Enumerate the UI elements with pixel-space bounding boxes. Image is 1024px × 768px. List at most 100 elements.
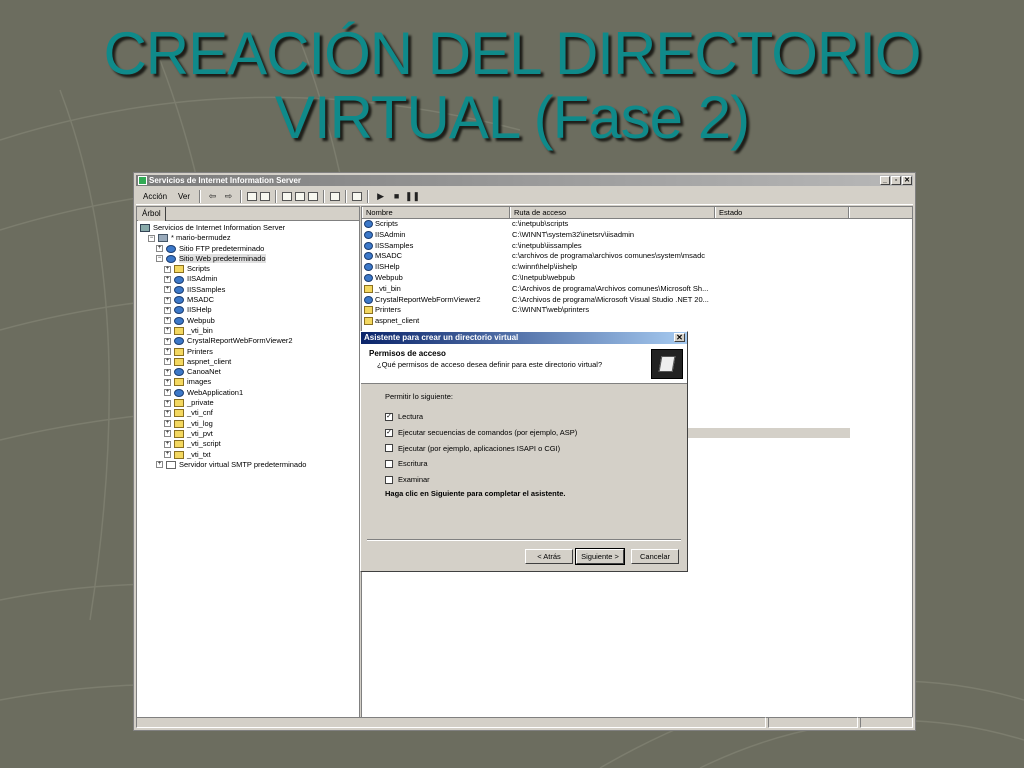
list-horizontal-scrollbar[interactable]	[688, 428, 850, 438]
expand-icon[interactable]: +	[164, 389, 171, 397]
tree-node[interactable]: + Printers	[137, 347, 359, 357]
tree-node[interactable]: + _vti_script	[137, 439, 359, 449]
show-tree-icon[interactable]	[260, 191, 271, 201]
tree-node[interactable]: + _vti_txt	[137, 450, 359, 460]
tree-node[interactable]: + aspnet_client	[137, 357, 359, 367]
permission-option[interactable]: ✓ Lectura	[385, 409, 687, 425]
tree-node[interactable]: Servicios de Internet Information Server	[137, 223, 359, 233]
list-row[interactable]: Scripts c:\inetpub\scripts	[362, 219, 912, 230]
properties-icon[interactable]	[282, 191, 293, 201]
expand-icon[interactable]: +	[164, 378, 171, 386]
permission-option[interactable]: Ejecutar (por ejemplo, aplicaciones ISAP…	[385, 440, 687, 456]
stop-icon[interactable]: ■	[390, 190, 403, 202]
tree-node[interactable]: + IISSamples	[137, 285, 359, 295]
expand-icon[interactable]: +	[164, 368, 171, 376]
tree-node[interactable]: + IISHelp	[137, 305, 359, 315]
tree-node[interactable]: + Sitio FTP predeterminado	[137, 244, 359, 254]
expand-icon[interactable]: +	[164, 265, 171, 273]
expand-icon[interactable]: +	[164, 348, 171, 356]
column-header-estado[interactable]: Estado	[715, 207, 849, 218]
column-header-nombre[interactable]: Nombre	[362, 207, 510, 218]
list-row[interactable]: IISSamples c:\inetpub\iissamples	[362, 241, 912, 252]
expand-icon[interactable]: +	[156, 461, 163, 469]
collapse-icon[interactable]: −	[156, 255, 163, 263]
expand-icon[interactable]: +	[164, 276, 171, 283]
menu-accion[interactable]: Acción	[139, 192, 171, 201]
list-row[interactable]: aspnet_client	[362, 316, 912, 327]
globe-icon	[174, 316, 184, 325]
tree-node[interactable]: + images	[137, 377, 359, 387]
tree-node[interactable]: + WebApplication1	[137, 388, 359, 398]
expand-icon[interactable]: +	[156, 245, 163, 253]
list-row[interactable]: Webpub C:\Inetpub\webpub	[362, 273, 912, 284]
checkbox[interactable]	[385, 475, 393, 484]
restore-button[interactable]: ▫	[891, 176, 901, 185]
tree-node[interactable]: + Webpub	[137, 316, 359, 326]
expand-icon[interactable]: +	[164, 306, 171, 314]
tree-node[interactable]: + Servidor virtual SMTP predeterminado	[137, 460, 359, 470]
play-icon[interactable]: ▶	[374, 190, 387, 202]
list-row[interactable]: Printers C:\WINNT\web\printers	[362, 305, 912, 316]
checkbox[interactable]: ✓	[385, 428, 393, 437]
tree-node[interactable]: + CrystalReportWebFormViewer2	[137, 336, 359, 346]
refresh-icon[interactable]	[295, 191, 306, 201]
forward-arrow-icon[interactable]: ⇨	[222, 190, 235, 202]
pause-icon[interactable]: ❚❚	[405, 190, 420, 202]
expand-icon[interactable]: +	[164, 337, 171, 345]
checkbox[interactable]: ✓	[385, 412, 393, 421]
toolbar-separator	[367, 189, 370, 203]
list-row[interactable]: CrystalReportWebFormViewer2 C:\Archivos d…	[362, 295, 912, 306]
tab-arbol[interactable]: Árbol	[138, 207, 166, 221]
tree-node[interactable]: + CanoaNet	[137, 367, 359, 377]
expand-icon[interactable]: +	[164, 430, 171, 438]
tree-node[interactable]: + IISAdmin	[137, 274, 359, 284]
list-row[interactable]: IISAdmin C:\WINNT\system32\inetsrv\iisadm…	[362, 230, 912, 241]
list-row[interactable]: MSADC c:\archivos de programa\archivos co…	[362, 251, 912, 262]
expand-icon[interactable]: +	[164, 409, 171, 417]
tree-node[interactable]: + _vti_cnf	[137, 408, 359, 418]
checkbox[interactable]	[385, 459, 393, 468]
tree-node-label: Servicios de Internet Information Server	[153, 223, 286, 232]
dialog-close-button[interactable]: ✕	[674, 333, 685, 342]
tree-node[interactable]: + _vti_log	[137, 419, 359, 429]
permission-option[interactable]: Examinar	[385, 472, 687, 488]
tree-node-label: IISAdmin	[187, 274, 218, 284]
tree-node[interactable]: − Sitio Web predeterminado	[137, 253, 359, 264]
expand-icon[interactable]: +	[164, 440, 171, 448]
back-button[interactable]: < Atrás	[525, 549, 573, 564]
permission-option[interactable]: ✓ Ejecutar secuencias de comandos (por ej…	[385, 425, 687, 441]
expand-icon[interactable]: +	[164, 358, 171, 366]
expand-icon[interactable]: +	[164, 327, 171, 335]
column-header-ruta[interactable]: Ruta de acceso	[510, 207, 715, 218]
expand-icon[interactable]: +	[164, 420, 171, 428]
dialog-titlebar[interactable]: Asistente para crear un directorio virtu…	[361, 332, 687, 344]
menu-ver[interactable]: Ver	[174, 192, 194, 201]
checkbox[interactable]	[385, 444, 393, 453]
expand-icon[interactable]: +	[164, 451, 171, 459]
cancel-button[interactable]: Cancelar	[631, 549, 679, 564]
folder-icon	[174, 450, 184, 459]
list-row[interactable]: IISHelp c:\winnt\help\iishelp	[362, 262, 912, 273]
help-icon[interactable]	[330, 191, 341, 201]
tree-node[interactable]: + Scripts	[137, 264, 359, 274]
collapse-icon[interactable]: −	[148, 234, 155, 242]
back-arrow-icon[interactable]: ⇦	[206, 190, 219, 202]
list-row[interactable]: _vti_bin C:\Archivos de programa\Archivos…	[362, 284, 912, 295]
tree-node[interactable]: + _vti_pvt	[137, 429, 359, 439]
expand-icon[interactable]: +	[164, 317, 171, 325]
expand-icon[interactable]: +	[164, 399, 171, 407]
export-list-icon[interactable]	[308, 191, 319, 201]
next-button[interactable]: Siguiente >	[575, 548, 625, 565]
expand-icon[interactable]: +	[164, 296, 171, 304]
tree-node[interactable]: + _vti_bin	[137, 326, 359, 336]
expand-icon[interactable]: +	[164, 286, 171, 294]
tree-node[interactable]: + _private	[137, 398, 359, 408]
tree-node[interactable]: + MSADC	[137, 295, 359, 305]
close-button[interactable]: ✕	[902, 176, 912, 185]
up-folder-icon[interactable]	[247, 191, 258, 201]
minimize-button[interactable]: _	[880, 176, 890, 185]
computer-icon[interactable]	[352, 191, 363, 201]
tree-node[interactable]: − * mario-bermudez	[137, 233, 359, 243]
window-titlebar[interactable]: Servicios de Internet Information Server…	[136, 175, 913, 186]
permission-option[interactable]: Escritura	[385, 456, 687, 472]
